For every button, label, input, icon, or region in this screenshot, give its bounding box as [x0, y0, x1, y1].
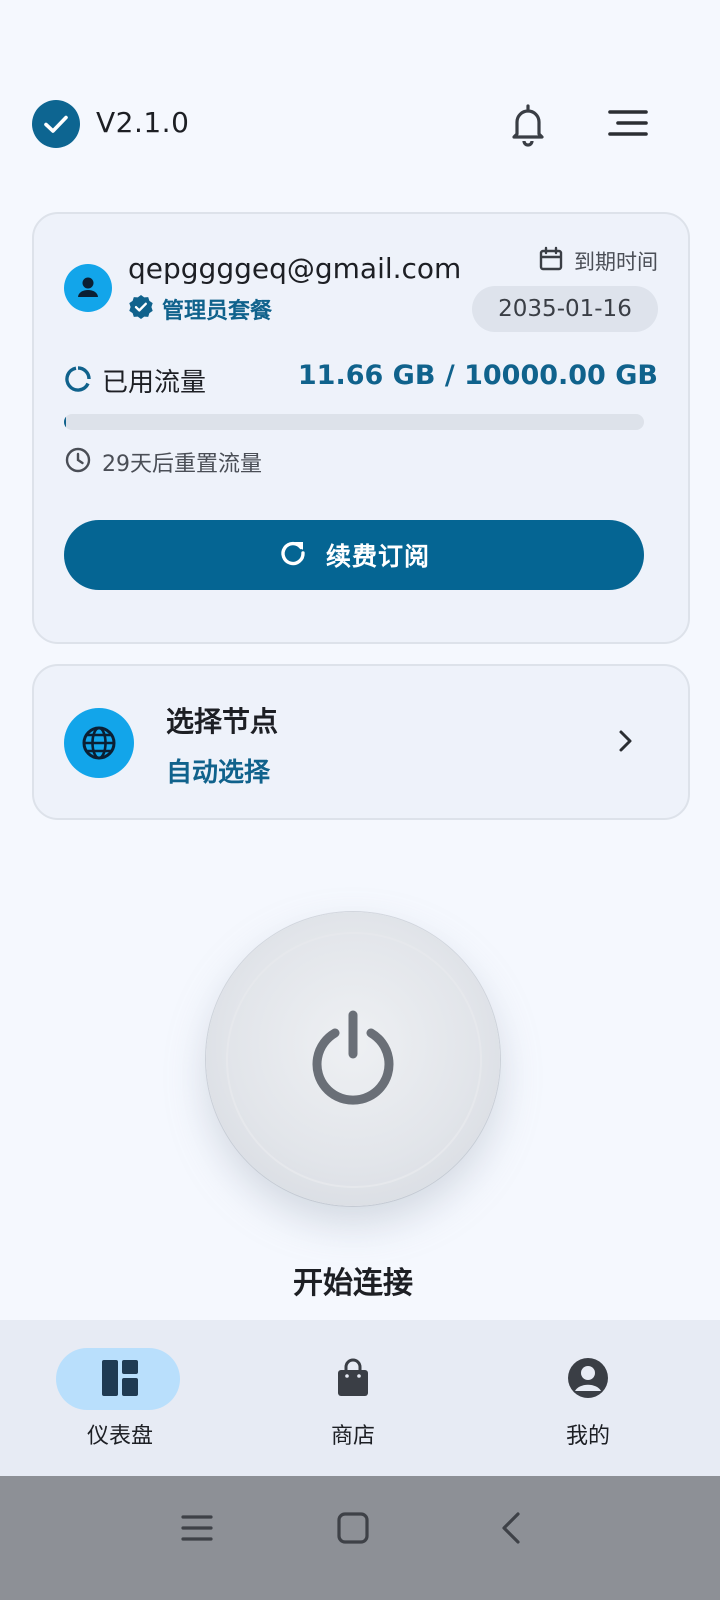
reset-info: 29天后重置流量 — [64, 446, 262, 478]
app-header: V2.1.0 — [0, 90, 720, 160]
bottom-navigation: 仪表盘 商店 我的 — [0, 1320, 720, 1476]
node-select-card[interactable]: 选择节点 自动选择 — [32, 664, 690, 820]
expire-header: 到期时间 — [538, 246, 658, 276]
check-badge-icon — [32, 100, 80, 148]
home-icon[interactable] — [331, 1506, 375, 1550]
usage-progress-bar — [64, 414, 644, 430]
globe-icon — [64, 708, 134, 778]
dashboard-icon — [98, 1356, 142, 1400]
account-card: qepggggeq@gmail.com 管理员套餐 到期时间 2035-01-1… — [32, 212, 690, 644]
refresh-icon — [278, 538, 308, 572]
chevron-right-icon — [610, 726, 640, 756]
node-selection: 自动选择 — [166, 758, 271, 788]
nav-label-profile: 我的 — [565, 1424, 610, 1449]
avatar-icon — [64, 264, 112, 312]
recent-apps-icon[interactable] — [176, 1506, 220, 1550]
clock-icon — [64, 446, 92, 478]
usage-header: 已用流量 — [64, 362, 206, 399]
app-version: V2.1.0 — [96, 106, 190, 139]
usage-progress-fill — [64, 414, 67, 430]
calendar-icon — [538, 246, 564, 276]
account-circle-icon — [566, 1356, 610, 1400]
nav-item-profile[interactable]: 我的 — [468, 1320, 708, 1476]
plan-name: 管理员套餐 — [162, 299, 273, 324]
expire-label: 到期时间 — [574, 250, 658, 274]
menu-icon[interactable] — [606, 102, 654, 150]
plan-badge: 管理员套餐 — [128, 294, 272, 324]
power-icon — [303, 1009, 403, 1109]
verified-icon — [128, 294, 154, 324]
connect-power-button[interactable] — [206, 912, 500, 1206]
shopping-bag-icon — [331, 1356, 375, 1400]
usage-label: 已用流量 — [102, 368, 207, 398]
nav-label-dashboard: 仪表盘 — [86, 1424, 153, 1449]
nav-label-store: 商店 — [330, 1424, 375, 1449]
notification-bell-icon[interactable] — [504, 100, 552, 148]
renew-subscription-button[interactable]: 续费订阅 — [64, 520, 644, 590]
back-icon[interactable] — [490, 1506, 534, 1550]
node-title: 选择节点 — [166, 705, 279, 738]
expire-date: 2035-01-16 — [472, 286, 658, 332]
usage-value: 11.66 GB / 10000.00 GB — [297, 360, 658, 391]
user-email: qepggggeq@gmail.com — [128, 252, 462, 285]
system-navigation-bar — [0, 1476, 720, 1600]
connect-status-label: 开始连接 — [293, 1266, 413, 1301]
renew-label: 续费订阅 — [325, 542, 430, 571]
data-usage-icon — [64, 365, 92, 397]
reset-text: 29天后重置流量 — [102, 452, 262, 477]
nav-item-store[interactable]: 商店 — [233, 1320, 473, 1476]
nav-item-dashboard[interactable]: 仪表盘 — [0, 1320, 240, 1476]
